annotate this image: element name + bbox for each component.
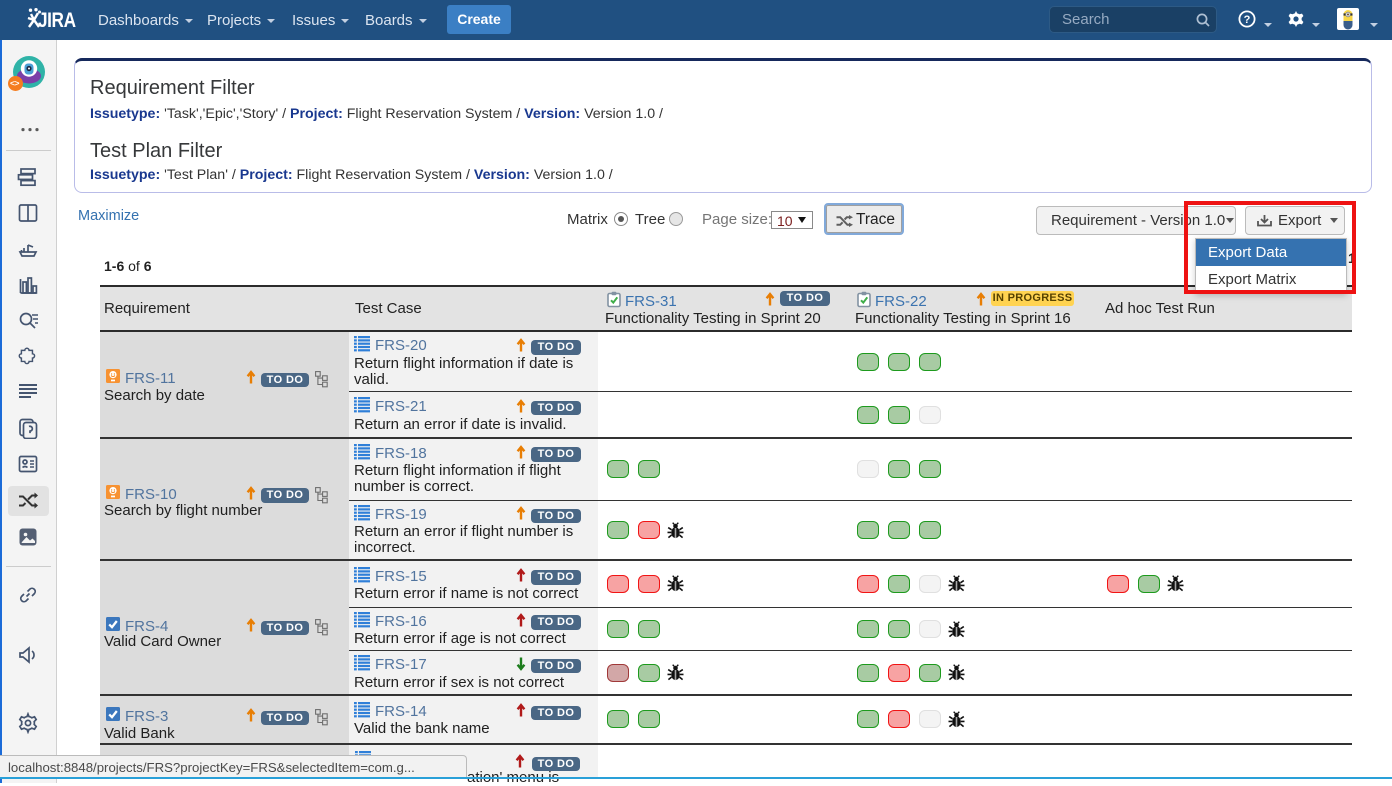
svg-text:?: ? (1244, 14, 1251, 26)
